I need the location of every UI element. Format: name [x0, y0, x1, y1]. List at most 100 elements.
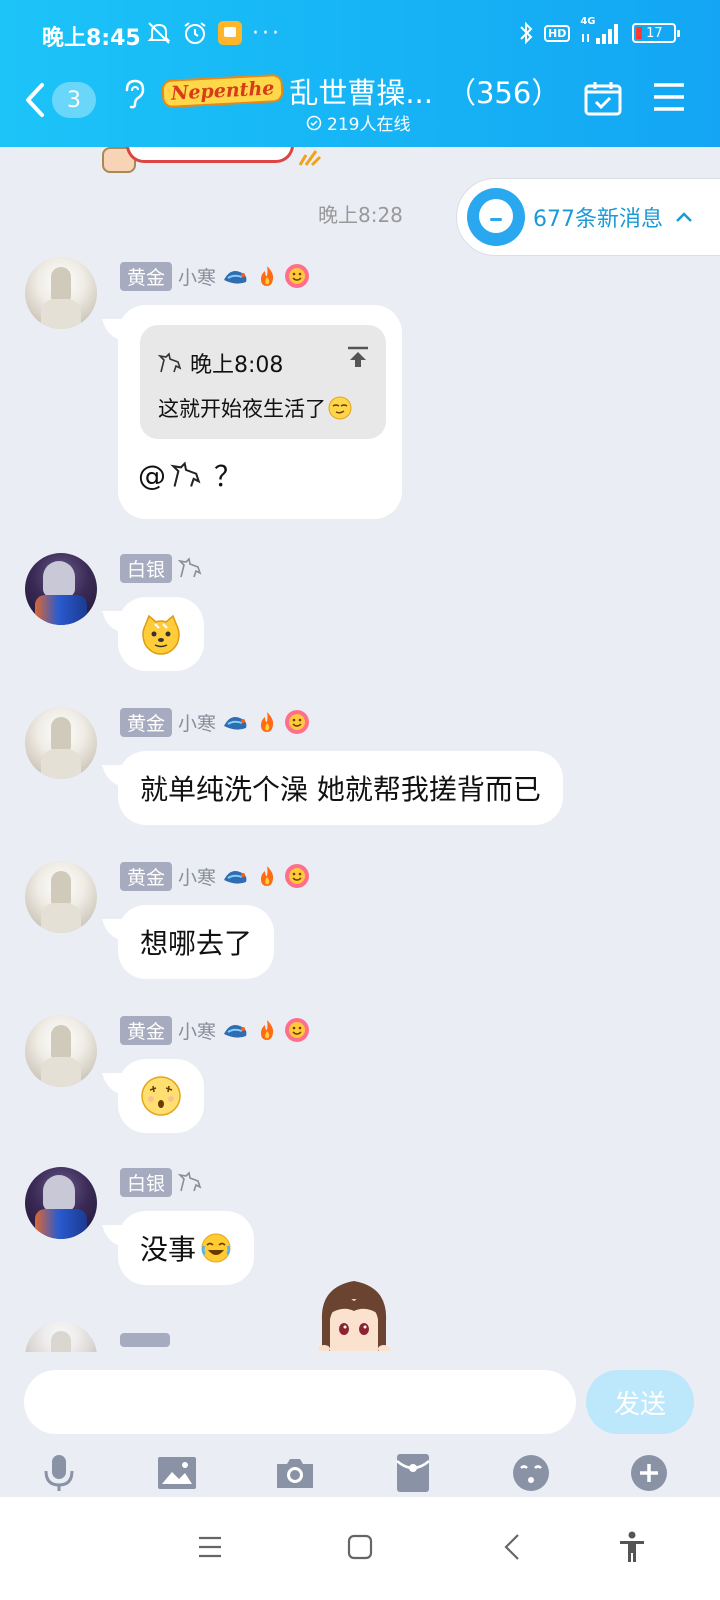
message-text: 就单纯洗个澡 她就帮我搓背而已 — [140, 773, 541, 806]
camera-icon — [277, 1459, 313, 1488]
network-label: 4G — [580, 16, 596, 27]
sender-name[interactable]: 小寒 — [178, 1017, 216, 1044]
avatar[interactable] — [25, 553, 97, 625]
rank-badge: 黄金 — [120, 261, 173, 291]
sender-info-partial — [120, 1319, 320, 1349]
rank-badge: 黄金 — [120, 861, 173, 891]
accessibility-button[interactable] — [612, 1527, 652, 1567]
message-text-row: @ ？ @ ？ — [138, 458, 243, 494]
fire-icon — [261, 266, 274, 286]
horse-icon — [158, 352, 182, 373]
rank-badge: 白银 — [120, 1167, 173, 1197]
system-navbar — [0, 1497, 720, 1600]
fire-icon — [261, 712, 274, 732]
more-button[interactable] — [626, 1450, 672, 1496]
signal-icon: 4G — [580, 16, 622, 46]
jump-to-top-icon[interactable] — [346, 345, 370, 369]
unread-count-badge: 3 — [52, 82, 96, 118]
avatar[interactable] — [25, 861, 97, 933]
flower-smile-icon — [285, 1018, 310, 1042]
sender-name[interactable]: 小寒 — [178, 863, 216, 890]
message-text: 想哪去了 — [140, 927, 253, 960]
voice-button[interactable] — [36, 1450, 82, 1496]
chevron-up-icon — [676, 212, 692, 222]
message-bubble[interactable]: 就单纯洗个澡 她就帮我搓背而已 — [118, 751, 563, 825]
dragon-medal-icon — [224, 871, 247, 884]
sender-info: 黄金 小寒 — [120, 1015, 310, 1045]
new-messages-button[interactable]: 677条新消息 — [456, 178, 720, 256]
flower-smile-icon — [285, 264, 310, 288]
quote-text-row: 这就开始夜生活了 — [158, 393, 352, 423]
avatar[interactable] — [25, 707, 97, 779]
camera-button[interactable] — [272, 1450, 318, 1496]
group-title[interactable]: Nepenthe 乱世曹操... （356） — [161, 70, 561, 112]
rank-badge: 黄金 — [120, 707, 173, 737]
horse-icon — [170, 461, 201, 487]
emoji-icon — [513, 1455, 549, 1491]
horse-icon — [178, 1171, 202, 1192]
laugh-cry-emoji-icon — [201, 1233, 231, 1263]
sender-info: 白银 — [120, 553, 202, 583]
bluetooth-icon — [520, 21, 533, 45]
red-packet-button[interactable] — [390, 1450, 436, 1496]
home-button[interactable] — [340, 1527, 380, 1567]
image-icon — [158, 1457, 196, 1489]
flower-smile-icon — [285, 864, 310, 888]
horse-icon — [178, 557, 202, 578]
quote-text: 这就开始夜生活了 — [158, 397, 326, 421]
image-button[interactable] — [154, 1450, 200, 1496]
more-notifications: ··· — [252, 20, 282, 46]
emoji-button[interactable] — [508, 1450, 554, 1496]
status-time: 晚上8:45 — [42, 26, 141, 51]
recent-apps-button[interactable] — [190, 1527, 230, 1567]
status-left-icons: ··· — [146, 20, 282, 46]
chat-messages[interactable]: 晚上8:28 677条新消息 黄金 小寒 晚上8:08 这就开始夜生活了 @ ？ — [0, 147, 720, 1352]
sender-info: 白银 — [120, 1167, 202, 1197]
hd-badge: HD — [544, 24, 571, 42]
chat-header: 晚上8:45 ··· HD 4G 17 3 Nepenthe 乱世曹操... （… — [0, 0, 720, 147]
message-bubble[interactable]: 晚上8:08 这就开始夜生活了 @ ？ @ ？ — [118, 305, 402, 519]
dragon-medal-icon — [224, 717, 247, 730]
battery-level: 17 — [646, 25, 663, 41]
message-bubble[interactable]: 没事 — [118, 1211, 255, 1285]
sender-info: 黄金 小寒 — [120, 861, 310, 891]
quote-time: 晚上8:08 — [190, 353, 284, 378]
chevron-left-icon — [26, 83, 44, 117]
quoted-message[interactable]: 晚上8:08 这就开始夜生活了 — [140, 325, 386, 439]
avatar[interactable] — [25, 1167, 97, 1239]
menu-icon[interactable] — [652, 82, 686, 112]
group-name: 乱世曹操... — [289, 76, 433, 110]
avatar[interactable] — [25, 257, 97, 329]
message-input[interactable] — [24, 1370, 576, 1434]
time-divider: 晚上8:28 — [318, 203, 403, 227]
sender-name[interactable]: 小寒 — [178, 709, 216, 736]
group-honor-tag: Nepenthe — [161, 73, 284, 109]
menu-icon — [199, 1536, 221, 1558]
sender-info: 黄金 小寒 — [120, 261, 310, 291]
new-messages-count: 677条新消息 — [533, 207, 663, 232]
avatar[interactable] — [25, 1321, 97, 1352]
sparkle-icon — [298, 150, 322, 167]
avatar[interactable] — [25, 1015, 97, 1087]
input-bar: 发送 — [0, 1352, 720, 1497]
dizzy-emoji-icon — [141, 1076, 181, 1116]
dragon-medal-icon — [224, 1025, 247, 1038]
message-bubble[interactable] — [118, 1059, 204, 1133]
sender-info: 黄金 小寒 — [120, 707, 310, 737]
fire-icon — [261, 866, 274, 886]
rank-badge: 白银 — [120, 553, 173, 583]
home-icon — [347, 1534, 373, 1560]
back-button[interactable]: 3 — [24, 78, 104, 122]
sender-name[interactable]: 小寒 — [178, 263, 216, 290]
rank-badge: 黄金 — [120, 1015, 173, 1045]
flower-smile-icon — [285, 710, 310, 734]
ear-icon[interactable] — [122, 78, 146, 110]
system-back-button[interactable] — [492, 1527, 532, 1567]
message-bubble[interactable] — [118, 597, 204, 671]
dragon-medal-icon — [224, 271, 247, 284]
calendar-check-icon[interactable] — [584, 80, 622, 116]
member-count: （356） — [446, 76, 561, 110]
online-status: 219人在线 — [306, 110, 410, 135]
message-bubble[interactable]: 想哪去了 — [118, 905, 275, 979]
send-button[interactable]: 发送 — [586, 1370, 694, 1434]
